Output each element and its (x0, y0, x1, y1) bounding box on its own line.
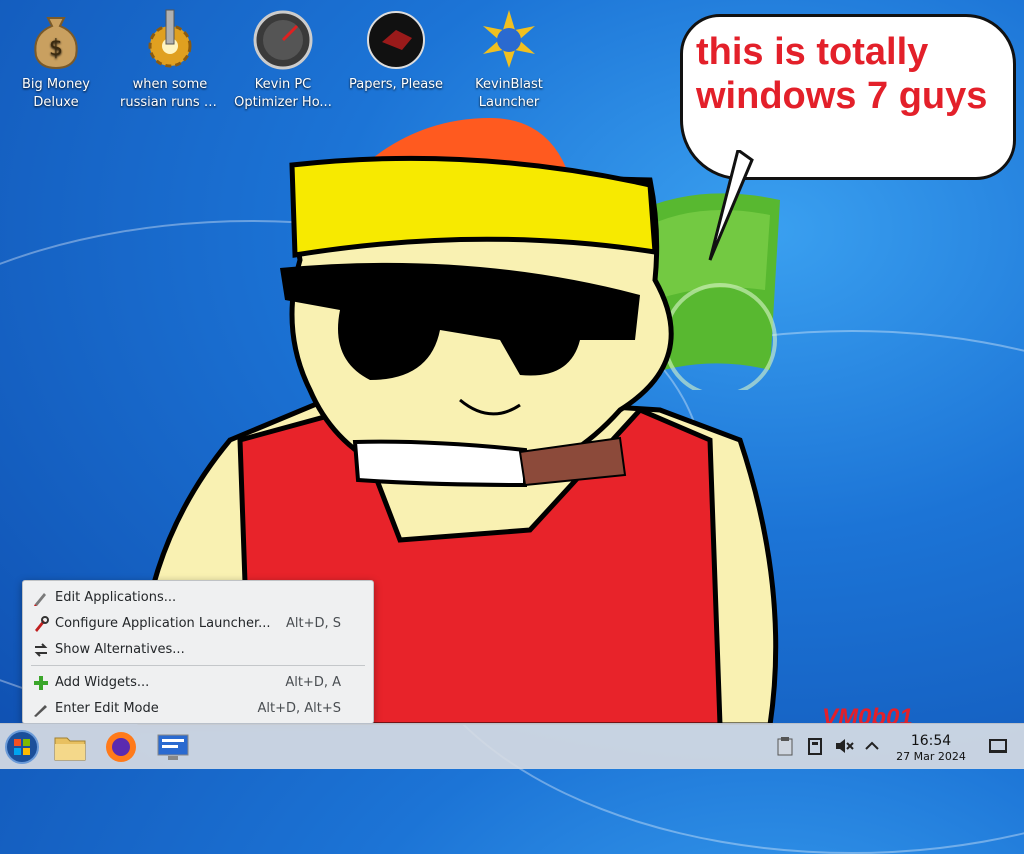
menu-item-configure-launcher[interactable]: Configure Application Launcher... Alt+D,… (23, 611, 373, 637)
volume-muted-icon[interactable] (834, 736, 854, 756)
desktop-icon-label: russian runs a... (120, 95, 220, 110)
speech-bubble-tail (708, 150, 754, 261)
desktop-icon-label: when some (132, 77, 208, 92)
bubble-line-1: this is totally (696, 31, 929, 73)
menu-item-label: Enter Edit Mode (55, 701, 159, 716)
desktop-icon-papers-please[interactable]: Papers, Please (346, 8, 446, 94)
menu-item-add-widgets[interactable]: Add Widgets... Alt+D, A (23, 670, 373, 696)
desktop-icon-label: Kevin PC (254, 77, 312, 92)
menu-item-label: Edit Applications... (55, 590, 177, 605)
gear-icon (140, 8, 200, 70)
menu-item-shortcut: Alt+D, A (285, 675, 341, 690)
bubble-text: this is totally windows 7 guys (696, 30, 1006, 118)
edit-mode-icon (33, 701, 49, 717)
papers-please-icon (366, 8, 426, 70)
clock-time[interactable]: 16:54 (886, 733, 976, 749)
menu-item-enter-edit-mode[interactable]: Enter Edit Mode Alt+D, Alt+S (23, 696, 373, 722)
menu-item-label: Add Widgets... (55, 675, 150, 690)
money-bag-icon: $ (26, 8, 86, 70)
storage-icon[interactable] (805, 736, 825, 756)
alternatives-icon (33, 642, 49, 658)
kevinblast-icon (479, 8, 539, 70)
desktop-icon-label: Optimizer Ho... (234, 95, 332, 110)
start-orb-icon[interactable] (3, 728, 41, 766)
desktop-icon-kevin-pc-optimizer[interactable]: Kevin PC Optimizer Ho... (233, 8, 333, 112)
desktop-icon-label: KevinBlast (475, 77, 543, 92)
clock-date[interactable]: 27 Mar 2024 (886, 750, 976, 763)
clipboard-icon[interactable] (775, 736, 795, 756)
tray-expand-icon[interactable] (862, 736, 882, 756)
configure-icon (33, 616, 49, 632)
gauge-icon (253, 8, 313, 70)
file-manager-icon[interactable] (51, 728, 89, 766)
show-desktop-icon[interactable] (988, 736, 1008, 756)
edit-icon (33, 590, 49, 606)
desktop-context-menu: Edit Applications... Configure Applicati… (22, 580, 374, 724)
desktop-icon-kevinblast-launcher[interactable]: KevinBlast Launcher (459, 8, 559, 112)
desktop-icon-label: Deluxe (33, 95, 79, 110)
menu-separator (31, 665, 365, 666)
desktop-icon-russian-runs[interactable]: when some russian runs a... (120, 8, 220, 112)
menu-item-shortcut: Alt+D, S (285, 616, 341, 631)
bubble-line-2: windows 7 guys (696, 75, 988, 117)
menu-item-show-alternatives[interactable]: Show Alternatives... (23, 637, 373, 663)
system-settings-icon[interactable] (154, 728, 192, 766)
desktop-icon-label: Launcher (478, 95, 540, 110)
menu-item-edit-applications[interactable]: Edit Applications... (23, 585, 373, 611)
svg-text:$: $ (49, 36, 63, 61)
menu-item-label: Configure Application Launcher... (55, 616, 271, 631)
menu-item-shortcut: Alt+D, Alt+S (257, 701, 341, 716)
desktop-icon-label: Papers, Please (348, 77, 444, 92)
menu-item-label: Show Alternatives... (55, 642, 185, 657)
desktop-icon-big-money-deluxe[interactable]: $ Big Money Deluxe (6, 8, 106, 112)
desktop-icon-label: Big Money (21, 77, 90, 92)
firefox-icon[interactable] (102, 728, 140, 766)
add-icon (33, 675, 49, 691)
taskbar: 16:54 27 Mar 2024 (0, 723, 1024, 769)
